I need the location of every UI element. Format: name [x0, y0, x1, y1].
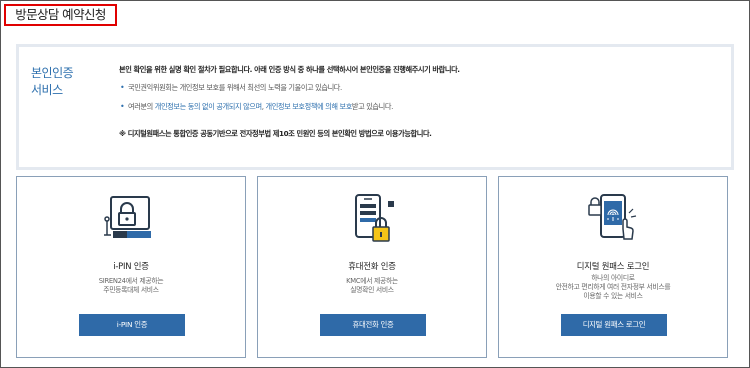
digital-onepass-note: ※ 디지털원패스는 통합인증 공동기반으로 전자정부법 제10조 민원인 등의 … [119, 129, 432, 138]
info-heading-line1: 본인인증 [31, 66, 74, 80]
ipin-monitor-lock-icon [101, 191, 161, 251]
onepass-card-title: 디지털 원패스 로그인 [576, 261, 650, 271]
ipin-desc-line2: 주민등록대체 서비스 [103, 286, 159, 294]
mobile-desc-line2: 실명확인 서비스 [350, 286, 394, 294]
info-heading-line2: 서비스 [31, 83, 63, 97]
mobile-card-desc: KMC에서 제공하는 실명확인 서비스 [266, 277, 478, 295]
digital-onepass-login-button[interactable]: 디지털 원패스 로그인 [561, 314, 667, 336]
mobile-auth-button[interactable]: 휴대전화 인증 [320, 314, 426, 336]
info-lead-text: 본인 확인을 위한 실명 확인 절차가 필요합니다. 아래 인증 방식 중 하나… [119, 65, 460, 74]
onepass-desc-line3: 이용할 수 있는 서비스 [583, 292, 643, 300]
privacy-no-disclosure-link[interactable]: 개인정보는 동의 없이 공개되지 않으며 [155, 102, 262, 111]
ipin-desc-line1: SIREN24에서 제공하는 [98, 277, 164, 285]
info-bullet-list: • 국민권익위원회는 개인정보 보호를 위해서 최선의 노력을 기울이고 있습니… [119, 82, 719, 112]
onepass-desc-line2: 안전하고 편리하게 여러 전자정부 서비스를 [555, 283, 671, 291]
mobile-phone-lock-icon [342, 191, 402, 251]
bullet-dot-icon: • [120, 102, 125, 111]
info-text: 본인 확인을 위한 실명 확인 절차가 필요합니다. 아래 인증 방식 중 하나… [119, 64, 719, 139]
mobile-auth-card: 휴대전화 인증 KMC에서 제공하는 실명확인 서비스 휴대전화 인증 [257, 176, 487, 358]
mobile-card-title: 휴대전화 인증 [348, 261, 396, 271]
digital-onepass-card: 디지털 원패스 로그인 하나의 아이디로 안전하고 편리하게 여러 전자정부 서… [498, 176, 728, 358]
info-bullet-privacy-effort: • 국민권익위원회는 개인정보 보호를 위해서 최선의 노력을 기울이고 있습니… [119, 82, 719, 93]
page-title: 방문상담 예약신청 [4, 4, 117, 26]
onepass-desc-line1: 하나의 아이디로 [591, 274, 635, 282]
identity-info-box: 본인인증 서비스 본인 확인을 위한 실명 확인 절차가 필요합니다. 아래 인… [16, 44, 734, 170]
info-bullet2-post: 받고 있습니다. [351, 102, 393, 111]
digital-onepass-fingerprint-icon [583, 191, 643, 251]
mobile-desc-line1: KMC에서 제공하는 [346, 277, 398, 285]
info-heading: 본인인증 서비스 [31, 65, 111, 99]
ipin-auth-card: i-PIN 인증 SIREN24에서 제공하는 주민등록대체 서비스 i-PIN… [16, 176, 246, 358]
ipin-auth-button[interactable]: i-PIN 인증 [79, 314, 185, 336]
bullet-dot-icon: • [120, 83, 125, 92]
info-bullet2-pre: 여러분의 [128, 102, 155, 111]
onepass-card-desc: 하나의 아이디로 안전하고 편리하게 여러 전자정부 서비스를 이용할 수 있는… [507, 274, 719, 301]
info-bullet-privacy-policy: • 여러분의 개인정보는 동의 없이 공개되지 않으며, 개인정보 보호정책에 … [119, 101, 719, 112]
ipin-card-title: i-PIN 인증 [113, 261, 149, 271]
privacy-policy-link[interactable]: 개인정보 보호정책에 의해 보호 [265, 102, 352, 111]
info-bullet1-text: 국민권익위원회는 개인정보 보호를 위해서 최선의 노력을 기울이고 있습니다. [128, 83, 342, 92]
ipin-card-desc: SIREN24에서 제공하는 주민등록대체 서비스 [25, 277, 237, 295]
